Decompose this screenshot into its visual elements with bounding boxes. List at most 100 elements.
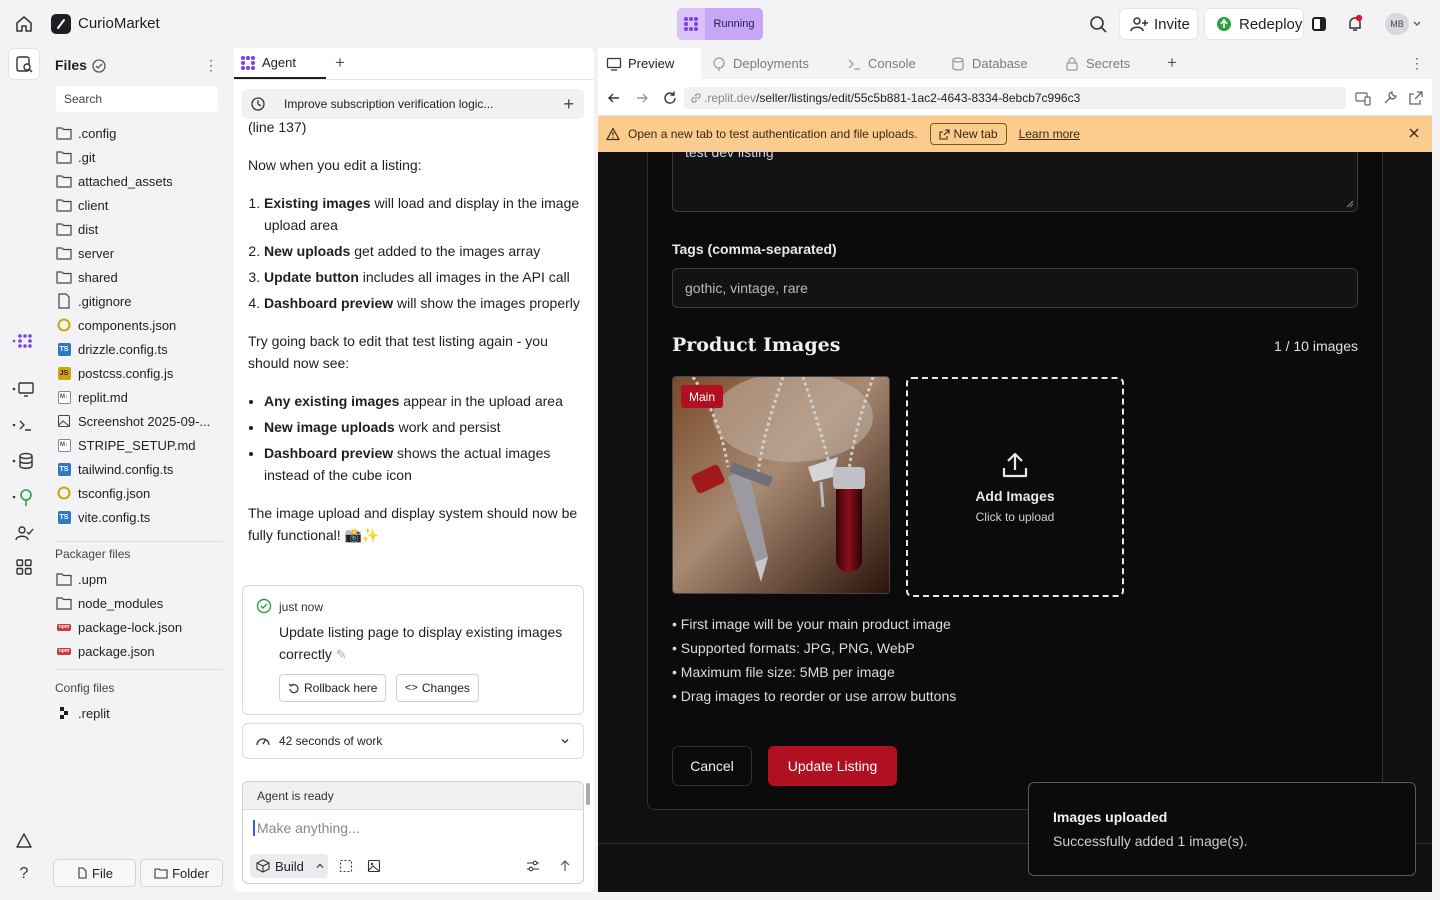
file-item[interactable]: components.json xyxy=(56,314,224,336)
file-item[interactable]: .gitignore xyxy=(56,290,224,312)
app-name[interactable]: CurioMarket xyxy=(78,15,160,32)
redeploy-button[interactable]: Redeploy xyxy=(1204,8,1304,40)
help-icon[interactable]: ? xyxy=(14,865,34,885)
work-summary[interactable]: 42 seconds of work xyxy=(242,723,584,759)
refresh-icon[interactable] xyxy=(662,90,678,106)
tab-preview[interactable]: Preview xyxy=(598,48,674,79)
new-file-label: File xyxy=(92,865,113,881)
folder-item[interactable]: .upm xyxy=(56,568,224,590)
file-name: drizzle.config.ts xyxy=(78,341,168,357)
folder-item[interactable]: shared xyxy=(56,266,224,288)
invite-button[interactable]: Invite xyxy=(1119,8,1198,40)
tab-console[interactable]: Console xyxy=(838,48,916,79)
tab-deployments[interactable]: Deployments xyxy=(703,48,809,79)
files-rail-icon[interactable] xyxy=(14,54,34,74)
file-item[interactable]: .replit xyxy=(56,702,224,724)
new-thread-icon[interactable]: + xyxy=(563,94,574,115)
folder-item[interactable]: .config xyxy=(56,122,224,144)
search-icon[interactable] xyxy=(1088,14,1108,34)
toast-notification[interactable]: Images uploaded Successfully added 1 ima… xyxy=(1028,782,1416,876)
add-tab-icon[interactable]: + xyxy=(335,54,349,71)
file-item[interactable]: npm package.json xyxy=(56,640,224,662)
back-arrow-icon[interactable] xyxy=(606,90,622,106)
update-listing-button[interactable]: Update Listing xyxy=(768,746,897,786)
add-images-subtitle: Click to upload xyxy=(975,510,1055,524)
database-rail-icon[interactable] xyxy=(12,451,34,471)
image-icon[interactable] xyxy=(367,859,381,873)
apps-grid-icon[interactable] xyxy=(14,557,34,577)
agent-input[interactable]: Make anything... xyxy=(253,820,360,836)
file-item[interactable]: TS tailwind.config.ts xyxy=(56,458,224,480)
run-status[interactable]: Running xyxy=(677,8,763,40)
chevron-down-icon xyxy=(559,735,571,747)
devices-icon[interactable] xyxy=(1355,90,1371,106)
product-image-thumbnail[interactable] xyxy=(672,376,890,594)
agent-icon xyxy=(240,55,256,71)
resize-handle-icon[interactable] xyxy=(1346,200,1354,208)
settings-sliders-icon[interactable] xyxy=(526,859,540,873)
file-item[interactable]: npm package-lock.json xyxy=(56,616,224,638)
history-icon[interactable] xyxy=(250,96,266,112)
file-name: node_modules xyxy=(78,595,164,611)
changes-button[interactable]: <> Changes xyxy=(396,674,479,702)
file-name: client xyxy=(78,197,109,213)
send-arrow-icon[interactable] xyxy=(558,859,572,873)
file-item[interactable]: M↓ replit.md xyxy=(56,386,224,408)
deployments-rail-icon[interactable] xyxy=(12,487,34,507)
folder-icon xyxy=(56,269,72,285)
folder-item[interactable]: dist xyxy=(56,218,224,240)
monitor-icon xyxy=(606,56,622,72)
folder-item[interactable]: .git xyxy=(56,146,224,168)
chat-closing: The image upload and display system shou… xyxy=(248,505,578,543)
avatar[interactable]: MB xyxy=(1385,13,1409,35)
layout-icon[interactable] xyxy=(1309,14,1329,34)
more-menu-icon[interactable]: ⋮ xyxy=(1410,55,1424,71)
learn-more-link[interactable]: Learn more xyxy=(1019,127,1080,141)
folder-item[interactable]: client xyxy=(56,194,224,216)
folder-item[interactable]: node_modules xyxy=(56,592,224,614)
console-rail-icon[interactable] xyxy=(12,415,34,435)
new-file-button[interactable]: File xyxy=(53,859,136,887)
external-link-icon[interactable] xyxy=(1408,90,1424,106)
files-search-input[interactable]: Search xyxy=(56,86,218,112)
add-images-dropzone[interactable]: Add Images Click to upload xyxy=(906,377,1124,597)
tags-input[interactable]: gothic, vintage, rare xyxy=(672,268,1358,308)
file-item[interactable]: JS postcss.config.js xyxy=(56,362,224,384)
add-tab-icon[interactable]: + xyxy=(1167,54,1177,71)
new-folder-button[interactable]: Folder xyxy=(140,859,223,887)
description-textarea[interactable]: test dev listing xyxy=(672,144,1358,212)
home-icon[interactable] xyxy=(14,14,34,34)
build-mode-button[interactable]: Build xyxy=(250,854,328,878)
close-icon[interactable] xyxy=(1408,127,1420,139)
folder-item[interactable]: attached_assets xyxy=(56,170,224,192)
url-input[interactable]: .replit.dev/seller/listings/edit/55c5b88… xyxy=(684,87,1346,109)
rollback-button[interactable]: Rollback here xyxy=(279,674,387,702)
file-item[interactable]: M↓ STRIPE_SETUP.md xyxy=(56,434,224,456)
scrollbar-handle[interactable] xyxy=(586,783,590,805)
folder-item[interactable]: server xyxy=(56,242,224,264)
preview-rail-icon[interactable] xyxy=(12,379,34,399)
gauge-icon xyxy=(255,733,271,749)
file-name: tailwind.config.ts xyxy=(78,461,174,477)
agent-rail-icon[interactable] xyxy=(12,331,34,351)
cancel-button[interactable]: Cancel xyxy=(672,746,752,786)
file-item[interactable]: TS drizzle.config.ts xyxy=(56,338,224,360)
tab-database[interactable]: Database xyxy=(942,48,1028,79)
tab-agent[interactable]: Agent xyxy=(234,48,326,79)
tab-secrets[interactable]: Secrets xyxy=(1056,48,1130,79)
bell-icon[interactable] xyxy=(1345,14,1365,34)
user-check-icon[interactable] xyxy=(14,523,34,543)
file-item[interactable]: tsconfig.json xyxy=(56,482,224,504)
more-menu-icon[interactable]: ⋮ xyxy=(204,58,218,74)
select-region-icon[interactable] xyxy=(339,859,353,873)
forward-arrow-icon[interactable] xyxy=(634,90,650,106)
thread-header[interactable]: Improve subscription verification logic.… xyxy=(242,89,584,119)
pencil-icon[interactable]: ✎ xyxy=(336,647,347,662)
alert-icon[interactable] xyxy=(14,831,34,851)
file-item[interactable]: TS vite.config.ts xyxy=(56,506,224,528)
chevron-down-icon[interactable] xyxy=(1412,19,1422,29)
wrench-icon[interactable] xyxy=(1382,90,1398,106)
new-tab-button[interactable]: New tab xyxy=(929,123,1007,145)
banner-text: Open a new tab to test authentication an… xyxy=(628,127,918,141)
file-item[interactable]: Screenshot 2025-09-... xyxy=(56,410,224,432)
